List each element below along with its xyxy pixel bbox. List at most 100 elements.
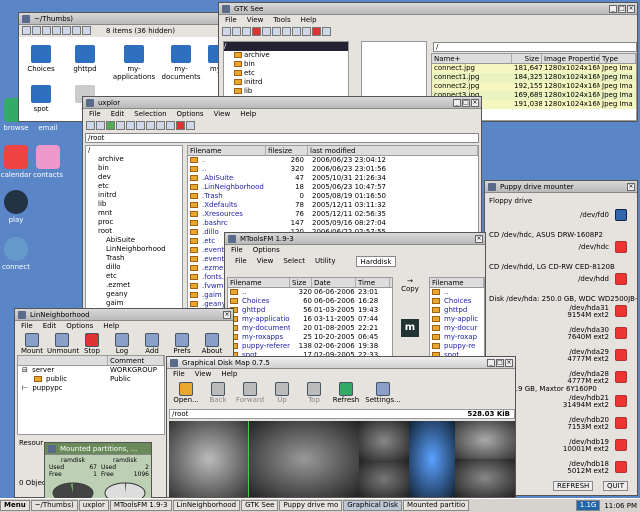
thumb-item[interactable]: my-documents xyxy=(156,45,206,81)
copy-button[interactable]: → Copy xyxy=(399,277,421,293)
menu-view[interactable]: View xyxy=(214,109,231,120)
menu-file[interactable]: File xyxy=(173,369,185,380)
table-row[interactable]: .. xyxy=(430,288,484,297)
delete-icon[interactable] xyxy=(176,121,185,130)
tree-item[interactable]: archive xyxy=(224,51,348,60)
new-icon[interactable] xyxy=(156,121,165,130)
copy-icon[interactable] xyxy=(136,121,145,130)
forward-button[interactable]: Forward xyxy=(235,382,265,404)
menu-help[interactable]: Help xyxy=(103,321,119,332)
taskbar-button[interactable]: Puppy drive mo xyxy=(279,500,343,511)
gtksee-path[interactable]: / xyxy=(433,42,637,52)
col-time[interactable]: Time xyxy=(356,278,390,287)
menu-view[interactable]: View xyxy=(195,369,212,380)
add-button[interactable]: Add xyxy=(137,333,167,355)
floppy-device[interactable]: /dev/fd0 xyxy=(485,209,633,221)
taskbar-button[interactable]: LinNeighborhood xyxy=(172,500,241,511)
table-row[interactable]: puppy-reference13802-06-200619:38 xyxy=(228,342,392,351)
open-button[interactable]: Open... xyxy=(171,382,201,404)
col-filename[interactable]: Filename xyxy=(228,278,290,287)
slide-icon[interactable] xyxy=(302,27,311,36)
table-row[interactable]: .. 320 2006/06/23 23:01:56 xyxy=(188,165,478,174)
zoom-icon[interactable] xyxy=(52,26,61,35)
submenu-view[interactable]: View xyxy=(257,256,274,267)
thumb-item[interactable]: my-applications xyxy=(109,45,159,81)
tree-item[interactable]: dev xyxy=(86,173,182,182)
tree-item[interactable]: Trash xyxy=(86,254,182,263)
submenu-select[interactable]: Select xyxy=(283,256,305,267)
table-row[interactable]: .AbiSuite 47 2005/10/31 21:26:34 xyxy=(188,174,478,183)
taskbar-button[interactable]: GTK See xyxy=(241,500,279,511)
table-row[interactable]: my-applic xyxy=(430,315,484,324)
desktop-icon-connect[interactable]: connect xyxy=(0,237,44,271)
hidden-icon[interactable] xyxy=(72,26,81,35)
menu-help[interactable]: Help xyxy=(221,369,237,380)
tree-item[interactable]: bin xyxy=(86,164,182,173)
tree-item[interactable]: initrd xyxy=(224,78,348,87)
taskbar-button[interactable]: Graphical Disk xyxy=(343,500,403,511)
table-row[interactable]: ghttpd 56 01-03-2005 19:43 xyxy=(228,306,392,315)
table-row[interactable]: Choices 60 06-06-2006 16:28 xyxy=(228,297,392,306)
tree-item[interactable]: dillo xyxy=(86,263,182,272)
col-size[interactable]: Size xyxy=(512,54,542,63)
tree-item[interactable]: LinNeighborhood xyxy=(86,245,182,254)
tree-item[interactable]: lib xyxy=(86,200,182,209)
up-icon[interactable] xyxy=(106,121,115,130)
table-row[interactable]: my-roxap xyxy=(430,333,484,342)
minimize-icon[interactable]: _ xyxy=(609,5,617,13)
close-icon[interactable]: × xyxy=(627,5,635,13)
taskbar-button[interactable]: ~/Thumbs) xyxy=(30,500,78,511)
forward-icon[interactable] xyxy=(96,121,105,130)
desktop-icon-play[interactable]: play xyxy=(0,190,44,224)
col-type[interactable]: Type xyxy=(600,54,636,63)
gtksee-titlebar[interactable]: GTK See _ □ × xyxy=(219,3,637,15)
table-row[interactable]: connect.jpg 181,647 1280x1024x16M Jpeg Ima xyxy=(432,64,636,73)
submenu-utility[interactable]: Utility xyxy=(315,256,336,267)
view-icon[interactable] xyxy=(232,27,241,36)
table-row[interactable]: my-docur xyxy=(430,324,484,333)
close-icon[interactable]: × xyxy=(475,235,483,243)
maximize-icon[interactable]: □ xyxy=(462,99,470,107)
table-row[interactable]: .bashrc 147 2005/09/16 08:27:04 xyxy=(188,219,478,228)
paste-icon[interactable] xyxy=(146,121,155,130)
stop-button[interactable]: Stop xyxy=(77,333,107,355)
view-icon[interactable] xyxy=(62,26,71,35)
thumbs-titlebar[interactable]: ~/Thumbs)× xyxy=(19,13,229,25)
table-row[interactable]: ghttpd xyxy=(430,306,484,315)
menu-file[interactable]: File xyxy=(231,245,243,256)
col-name[interactable]: Name+ xyxy=(432,54,512,63)
tree-item[interactable]: proc xyxy=(86,218,182,227)
table-row[interactable]: .. 320 06-06-2006 23:01 xyxy=(228,288,392,297)
refresh-button[interactable]: REFRESH xyxy=(553,481,594,491)
col-size[interactable]: Size xyxy=(290,278,312,287)
taskbar-button[interactable]: MToolsFM 1.9-3 xyxy=(109,500,172,511)
about-icon[interactable] xyxy=(322,27,331,36)
table-row[interactable]: .LinNeighborhood 18 2005/06/23 10:47:57 xyxy=(188,183,478,192)
tree-row[interactable]: ⊟ server WORKGROUP xyxy=(18,366,164,375)
col-modified[interactable]: last modified xyxy=(308,146,478,155)
close-icon[interactable]: × xyxy=(627,183,635,191)
partition-device[interactable]: /dev/hda31 9154M ext2 xyxy=(485,305,633,319)
settings-button[interactable]: Settings... xyxy=(363,382,403,404)
unmount-button[interactable]: Unmount xyxy=(47,333,79,355)
menu-file[interactable]: File xyxy=(21,321,33,332)
cut-icon[interactable] xyxy=(126,121,135,130)
tree-row[interactable]: ⊢ puppypc xyxy=(18,384,164,393)
table-row[interactable]: .Xresources 76 2005/12/11 02:56:35 xyxy=(188,210,478,219)
menu-tools[interactable]: Tools xyxy=(273,15,290,26)
thumb-icon[interactable] xyxy=(292,27,301,36)
col-date[interactable]: Date xyxy=(312,278,356,287)
prefs-button[interactable]: Prefs xyxy=(167,333,197,355)
maximize-icon[interactable]: □ xyxy=(496,359,504,367)
refresh-button[interactable]: Refresh xyxy=(331,382,361,404)
taskbar-button[interactable]: Mounted partitio xyxy=(403,500,470,511)
maximize-icon[interactable]: □ xyxy=(618,5,626,13)
back-button[interactable]: Back xyxy=(203,382,233,404)
close-icon[interactable]: × xyxy=(223,311,231,319)
close-icon[interactable]: × xyxy=(471,99,479,107)
mountpart-titlebar[interactable]: Mounted partitions, ... xyxy=(45,443,151,455)
disk-map[interactable] xyxy=(169,421,515,497)
menu-selection[interactable]: Selection xyxy=(134,109,166,120)
close-icon[interactable]: × xyxy=(505,359,513,367)
drive-select[interactable]: Harddisk xyxy=(355,256,397,267)
